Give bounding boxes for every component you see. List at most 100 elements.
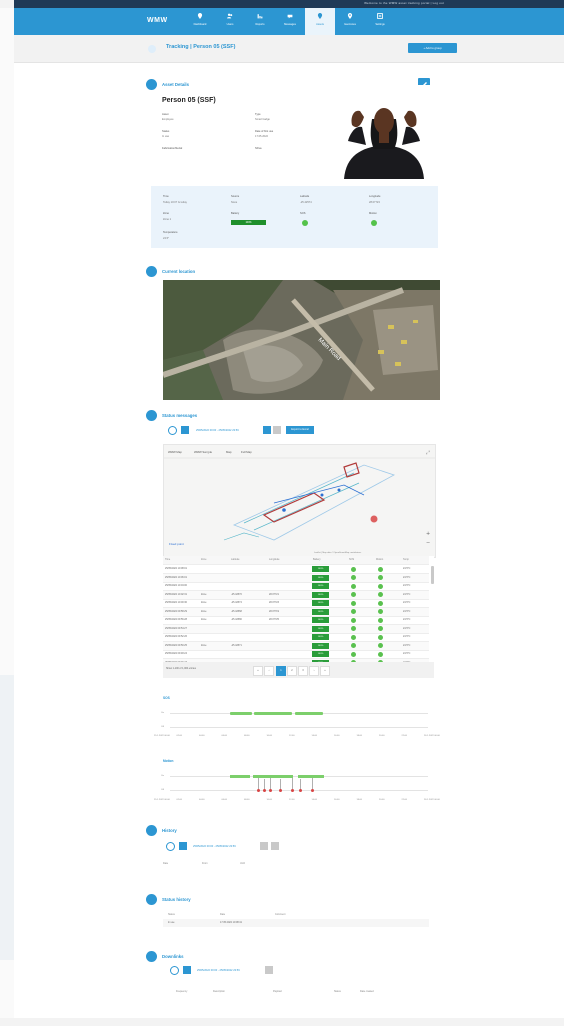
col-header[interactable]: Longitude xyxy=(269,558,280,561)
filter-button[interactable] xyxy=(273,426,281,434)
x-tick-label: 14:00 xyxy=(311,735,317,737)
fullscreen-icon[interactable]: ⤢ xyxy=(426,450,430,456)
battery-badge: 100% xyxy=(312,608,329,615)
col-header[interactable]: SOS xyxy=(349,558,354,561)
col-header[interactable]: Temp xyxy=(403,558,409,561)
nav-label: Geozones xyxy=(344,23,356,26)
export-excel-button[interactable]: Export to Excel xyxy=(286,426,314,434)
nav-item-assets[interactable]: Assets xyxy=(305,8,335,35)
field-value: In use xyxy=(162,135,170,138)
sos-dot xyxy=(351,592,356,597)
battery-badge: 100% xyxy=(312,617,329,623)
col-header[interactable]: Zone xyxy=(201,558,206,561)
sos-dot xyxy=(351,634,356,640)
y-tick-label: Off xyxy=(161,726,164,728)
zoom-out-icon[interactable]: − xyxy=(426,540,430,546)
cell-temp: 24.5°C xyxy=(403,652,411,655)
downlinks-add-button[interactable] xyxy=(183,966,191,974)
downlinks-clock-icon[interactable] xyxy=(170,966,179,975)
x-tick-label: 25.1.2022 00:00 xyxy=(154,799,170,801)
cell-time: 25/05/2022 10:08:01 xyxy=(165,567,187,570)
app-logo[interactable]: WMW xyxy=(147,17,168,24)
sos-dot xyxy=(351,609,356,614)
status-value: Zone 1 xyxy=(163,218,172,221)
motion-event-line xyxy=(292,778,293,789)
x-tick-label: 26.1.2022 00:00 xyxy=(424,799,440,801)
nav-item-geozones[interactable]: Geozones xyxy=(335,8,365,35)
settings-icon xyxy=(377,13,383,19)
status-label: Time xyxy=(163,195,169,198)
history-refresh-button[interactable] xyxy=(271,842,279,850)
nav-item-dashboard[interactable]: Dashboard xyxy=(185,8,215,35)
route-map[interactable]: WMW Map WMW Sat (ple Map Full Map Fixed … xyxy=(163,444,436,558)
satellite-map[interactable]: Main Road xyxy=(163,280,440,400)
cell-temp: 24.5°C xyxy=(403,643,411,647)
nav-item-reports[interactable]: Reports xyxy=(245,8,275,35)
status-history-col-header: Date xyxy=(220,913,226,916)
motion-event-marker xyxy=(311,789,314,792)
status-value: 24.5° xyxy=(163,237,170,240)
col-header[interactable]: Battery xyxy=(313,558,321,561)
x-tick-label: 18:00 xyxy=(356,735,362,737)
cell-temp: 24.5°C xyxy=(403,609,411,613)
add-to-group-button[interactable]: + Add to group xyxy=(408,43,457,53)
sos-chart-title: SOS xyxy=(163,696,170,700)
cell-lon: 28.07725 xyxy=(269,618,279,621)
asset-name: Person 05 (SSF) xyxy=(162,97,216,104)
downlinks-filter-button[interactable] xyxy=(265,966,273,974)
cell-time: 25/05/2022 09:54:27 xyxy=(165,626,187,630)
page-first-button[interactable]: « xyxy=(253,666,263,676)
cell-lat: -25.42568 xyxy=(231,609,242,613)
table-scrollbar[interactable] xyxy=(431,566,434,584)
page-button[interactable]: 1 xyxy=(276,666,286,676)
history-title: History xyxy=(162,828,177,833)
cell-time: 25/05/2022 09:48:24 xyxy=(165,652,187,655)
motion-dot xyxy=(378,575,383,580)
col-header[interactable]: Latitude xyxy=(231,558,240,561)
history-filter-button[interactable] xyxy=(260,842,268,850)
clock-icon[interactable] xyxy=(168,426,177,435)
refresh-button[interactable] xyxy=(263,426,271,434)
sos-status-dot xyxy=(302,220,308,226)
page-last-button[interactable]: » xyxy=(320,666,330,676)
status-label: Zone xyxy=(163,212,169,215)
cell-time: 25/05/2022 10:06:01 xyxy=(165,575,187,579)
x-tick-label: 04:00 xyxy=(199,735,205,737)
downlinks-col-header: Date created xyxy=(360,990,374,993)
history-date-range[interactable]: 25/05/2022 00:00 - 25/05/2022 23:59 xyxy=(193,845,236,848)
main-navbar: WMW Dashboard Users Reports Messages Ass… xyxy=(14,8,564,35)
page-button[interactable]: 2 xyxy=(287,666,297,676)
page-button[interactable]: 3 xyxy=(298,666,308,676)
battery-badge: 100% xyxy=(312,600,329,606)
zoom-in-icon[interactable]: + xyxy=(426,531,430,537)
table-header: Time Zone Latitude Longitude Battery SOS… xyxy=(163,556,429,565)
nav-item-messages[interactable]: Messages xyxy=(275,8,305,35)
chart-gridline xyxy=(170,727,428,728)
page-next-button[interactable]: › xyxy=(309,666,319,676)
page-prev-button[interactable]: ‹ xyxy=(264,666,274,676)
status-value: None xyxy=(231,201,238,204)
nav-item-users[interactable]: Users xyxy=(215,8,245,35)
y-tick-label: On xyxy=(161,712,164,714)
history-clock-icon[interactable] xyxy=(166,842,175,851)
add-range-button[interactable] xyxy=(181,426,189,434)
top-strip: Welcome to the WMW asset tracking portal… xyxy=(14,0,564,8)
date-range-picker[interactable]: 25/05/2022 00:00 - 25/05/2022 23:59 xyxy=(196,429,239,432)
table-pager: Show 1-100 of 1,000 entries « ‹ 1 2 3 › … xyxy=(163,662,434,678)
cell-temp: 24.5°C xyxy=(403,618,411,621)
history-add-button[interactable] xyxy=(179,842,187,850)
motion-event-line xyxy=(270,778,271,789)
col-header[interactable]: Motion xyxy=(376,558,383,561)
nav-item-settings[interactable]: Settings xyxy=(365,8,395,35)
motion-segment xyxy=(253,775,293,778)
downlinks-date-range[interactable]: 25/05/2022 00:00 - 25/05/2022 23:59 xyxy=(197,969,240,972)
pager-info: Show 1-100 of 1,000 entries xyxy=(166,667,196,670)
nav-label: Settings xyxy=(375,23,385,26)
x-tick-label: 18:00 xyxy=(356,799,362,801)
x-tick-label: 20:00 xyxy=(379,799,385,801)
motion-dot xyxy=(378,651,383,657)
x-tick-label: 08:00 xyxy=(244,799,250,801)
col-header[interactable]: Time xyxy=(165,558,170,561)
sos-segment xyxy=(254,712,292,715)
status-history-row xyxy=(163,919,429,927)
